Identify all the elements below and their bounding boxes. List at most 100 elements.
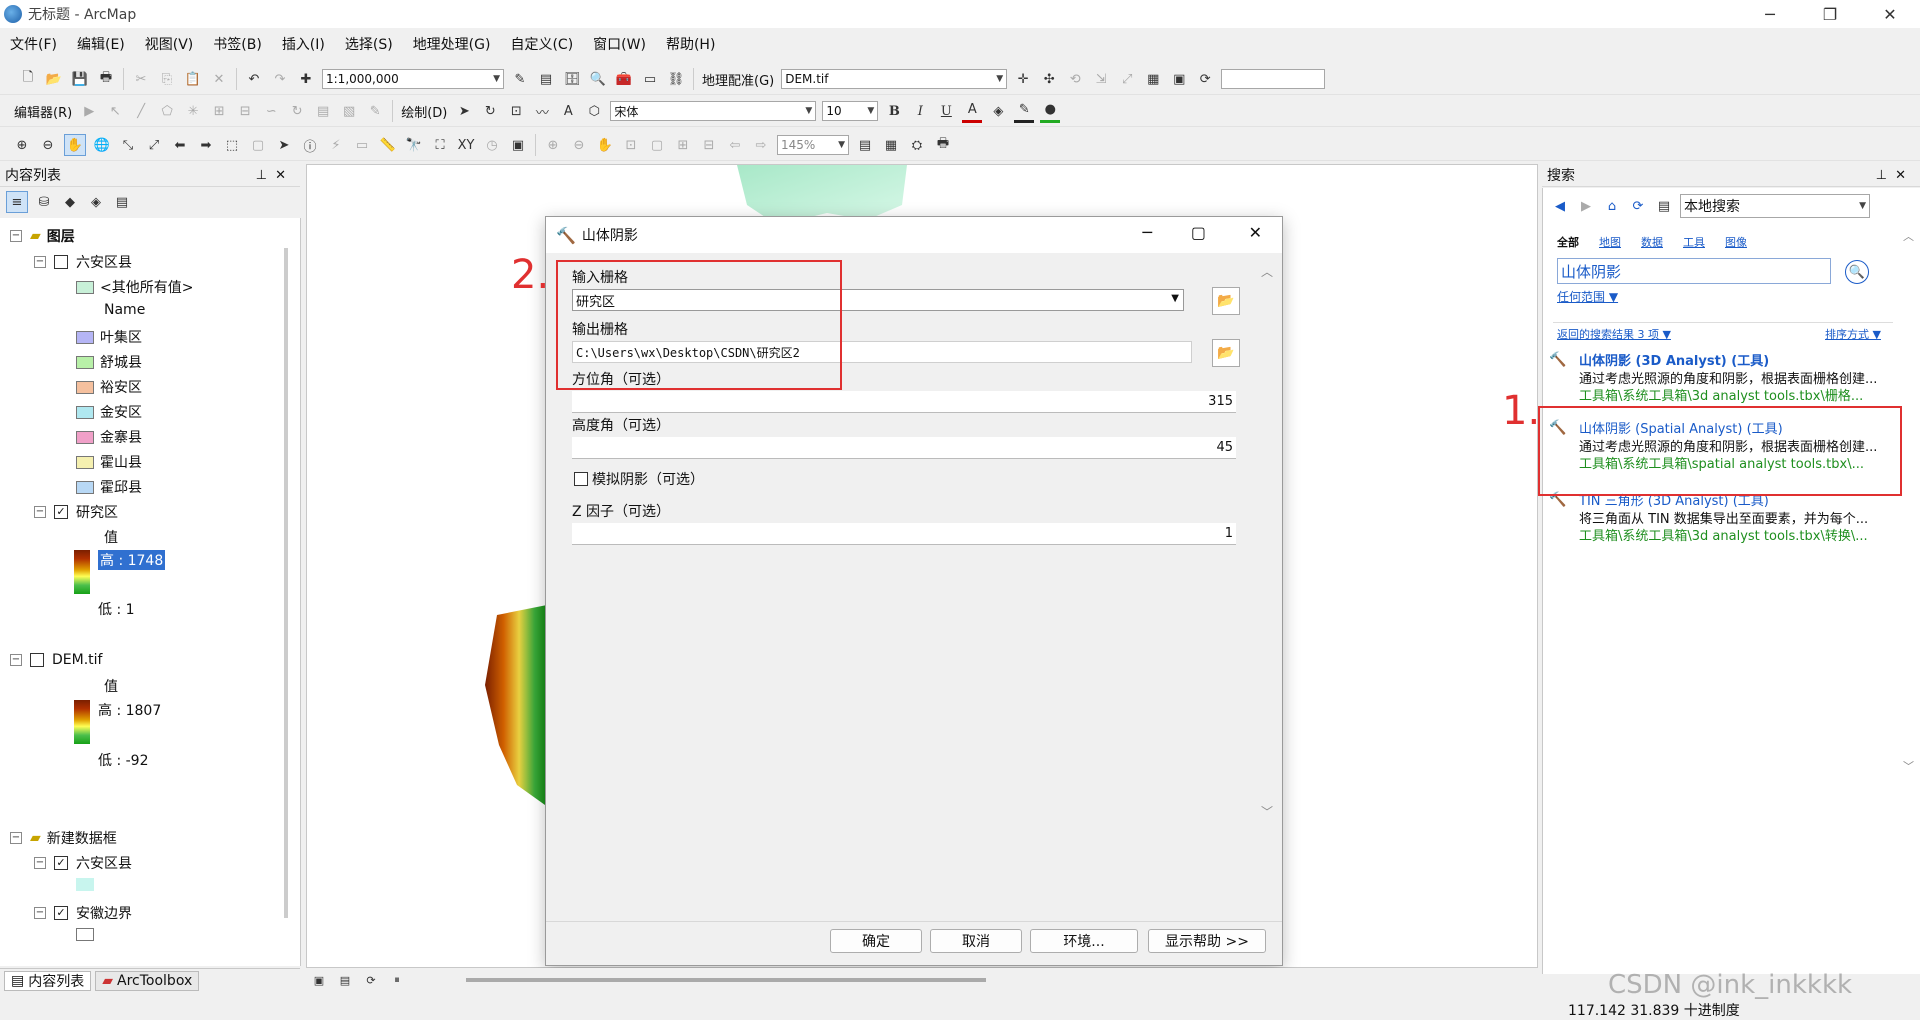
sort-by[interactable]: 排序方式 ▼	[1825, 326, 1881, 342]
menu-insert[interactable]: 插入(I)	[272, 34, 335, 54]
hyperlink-icon[interactable]: ⚡	[326, 135, 346, 155]
list-by-selection-icon[interactable]: ◈	[86, 192, 106, 212]
environments-button[interactable]: 环境...	[1030, 929, 1138, 953]
sketch-properties-icon[interactable]: ▧	[339, 101, 359, 121]
table-of-contents-icon[interactable]: ▤	[536, 69, 556, 89]
home-icon[interactable]: ⌂	[1602, 196, 1622, 216]
copy-icon[interactable]: ⎘	[157, 69, 177, 89]
rotate-edit-icon[interactable]: ↻	[287, 101, 307, 121]
callout-icon[interactable]: ⬡	[584, 101, 604, 121]
add-control-points-icon[interactable]: ✛	[1013, 69, 1033, 89]
browse-folder-icon[interactable]: 📂	[1212, 339, 1240, 367]
toc-scrollbar[interactable]	[284, 248, 288, 918]
collapse-icon[interactable]: −	[34, 857, 46, 869]
pan-icon[interactable]: ✋	[64, 134, 86, 156]
create-viewer-icon[interactable]: ▣	[508, 135, 528, 155]
viewer-icon[interactable]: ▣	[1169, 69, 1189, 89]
layout-view-icon[interactable]: ▤	[335, 970, 355, 990]
menu-selection[interactable]: 选择(S)	[335, 34, 403, 54]
select-features-icon[interactable]: ⬚	[222, 135, 242, 155]
find-route-icon[interactable]: ⛶	[430, 135, 450, 155]
fixed-layout-in-icon[interactable]: ⊞	[673, 135, 693, 155]
layer-visibility-checkbox[interactable]: ✓	[54, 856, 68, 870]
refresh-view-icon[interactable]: ⟳	[361, 970, 381, 990]
layer-visibility-checkbox[interactable]: ✓	[54, 505, 68, 519]
scroll-down-icon[interactable]: ﹀	[1903, 758, 1914, 774]
clear-selection-icon[interactable]: ▢	[248, 135, 268, 155]
font-color-icon[interactable]: A	[962, 100, 983, 123]
zoom-whole-layout-icon[interactable]: ⊡	[621, 135, 641, 155]
underline-button[interactable]: U	[936, 101, 956, 121]
search-go-icon[interactable]: 🔍	[1845, 260, 1869, 284]
cut-icon[interactable]: ✂	[131, 69, 151, 89]
georeferencing-menu[interactable]: 地理配准(G)	[702, 70, 774, 89]
list-by-visibility-icon[interactable]: ◆	[60, 192, 80, 212]
edit-tool-icon[interactable]: ▶	[79, 101, 99, 121]
save-icon[interactable]: 💾	[70, 69, 90, 89]
dialog-minimize-button[interactable]: ─	[1142, 223, 1152, 242]
back-layout-icon[interactable]: ⇦	[725, 135, 745, 155]
time-slider-icon[interactable]: ◷	[482, 135, 502, 155]
tab-arctoolbox[interactable]: ▰ ArcToolbox	[95, 971, 200, 991]
scroll-up-icon[interactable]: ︿	[1903, 228, 1914, 244]
rotation-input[interactable]	[1221, 69, 1326, 89]
editor-toolbar-icon[interactable]: ✎	[510, 69, 530, 89]
layout-pan-icon[interactable]: ✋	[595, 135, 615, 155]
bold-button[interactable]: B	[884, 101, 904, 121]
draw-menu[interactable]: 绘制(D)	[401, 102, 447, 121]
minimize-button[interactable]: ─	[1740, 0, 1800, 28]
filter-maps[interactable]: 地图	[1599, 234, 1621, 250]
georef-layer-combo[interactable]: DEM.tif ▼	[781, 69, 1008, 89]
search-result[interactable]: 🔨 山体阴影 (3D Analyst) (工具) 通过考虑光照源的角度和阴影，根…	[1549, 350, 1899, 404]
measure-icon[interactable]: 📏	[378, 135, 398, 155]
font-name-combo[interactable]: 宋体 ▼	[610, 101, 817, 121]
forward-icon[interactable]: ▶	[1576, 196, 1596, 216]
html-popup-icon[interactable]: ▭	[352, 135, 372, 155]
collapse-icon[interactable]: −	[10, 832, 22, 844]
reshape-icon[interactable]: ∽	[261, 101, 281, 121]
find-icon[interactable]: 🔭	[404, 135, 424, 155]
scale-icon[interactable]: ⤢	[1117, 69, 1137, 89]
model-shadows-checkbox[interactable]	[574, 472, 588, 486]
menu-edit[interactable]: 编辑(E)	[67, 34, 135, 54]
arctoolbox-icon[interactable]: 🧰	[614, 69, 634, 89]
italic-button[interactable]: I	[910, 101, 930, 121]
data-view-icon[interactable]: ▣	[309, 970, 329, 990]
model-builder-icon[interactable]: ⛓	[666, 69, 686, 89]
list-by-drawing-order-icon[interactable]: ≡	[6, 191, 28, 213]
pane-controls[interactable]: ⊥✕	[1876, 168, 1920, 183]
pane-controls[interactable]: ⊥✕	[256, 168, 300, 183]
edit-annotation-icon[interactable]: ↖	[105, 101, 125, 121]
layer-study-area[interactable]: − ✓ 研究区	[34, 502, 118, 522]
fixed-layout-out-icon[interactable]: ⊟	[699, 135, 719, 155]
polyline-icon[interactable]: 〰	[532, 101, 552, 121]
attributes-icon[interactable]: ▤	[313, 101, 333, 121]
result-title[interactable]: 山体阴影 (3D Analyst) (工具)	[1579, 350, 1897, 369]
undo-icon[interactable]: ↶	[244, 69, 264, 89]
select-elements-icon[interactable]: ➤	[454, 101, 474, 121]
refresh-icon[interactable]: ⟳	[1628, 196, 1648, 216]
forward-layout-icon[interactable]: ⇨	[751, 135, 771, 155]
menu-view[interactable]: 视图(V)	[135, 34, 204, 54]
create-features-icon[interactable]: ✎	[365, 101, 385, 121]
maximize-button[interactable]: ❐	[1800, 0, 1860, 28]
toggle-draft-mode-icon[interactable]: ▤	[855, 135, 875, 155]
layout-zoom-combo[interactable]: 145% ▼	[777, 135, 849, 155]
collapse-icon[interactable]: −	[10, 654, 22, 666]
filter-all[interactable]: 全部	[1557, 234, 1579, 250]
back-icon[interactable]: ◀	[1550, 196, 1570, 216]
menu-help[interactable]: 帮助(H)	[656, 34, 725, 54]
layer-visibility-checkbox[interactable]: ✓	[54, 906, 68, 920]
altitude-input[interactable]: 45	[572, 437, 1236, 459]
catalog-icon[interactable]: 🗄	[562, 69, 582, 89]
shift-icon[interactable]: ⇲	[1091, 69, 1111, 89]
layers-node[interactable]: − ▰ 图层	[10, 226, 75, 246]
line-color-icon[interactable]: ✎	[1014, 100, 1035, 123]
menu-customize[interactable]: 自定义(C)	[500, 34, 583, 54]
cancel-button[interactable]: 取消	[930, 929, 1022, 953]
azimuth-input[interactable]: 315	[572, 391, 1236, 413]
marker-color-icon[interactable]: ●	[1040, 100, 1061, 123]
search-options-icon[interactable]: ▤	[1654, 196, 1674, 216]
delete-icon[interactable]: ✕	[209, 69, 229, 89]
close-button[interactable]: ✕	[1860, 0, 1920, 28]
